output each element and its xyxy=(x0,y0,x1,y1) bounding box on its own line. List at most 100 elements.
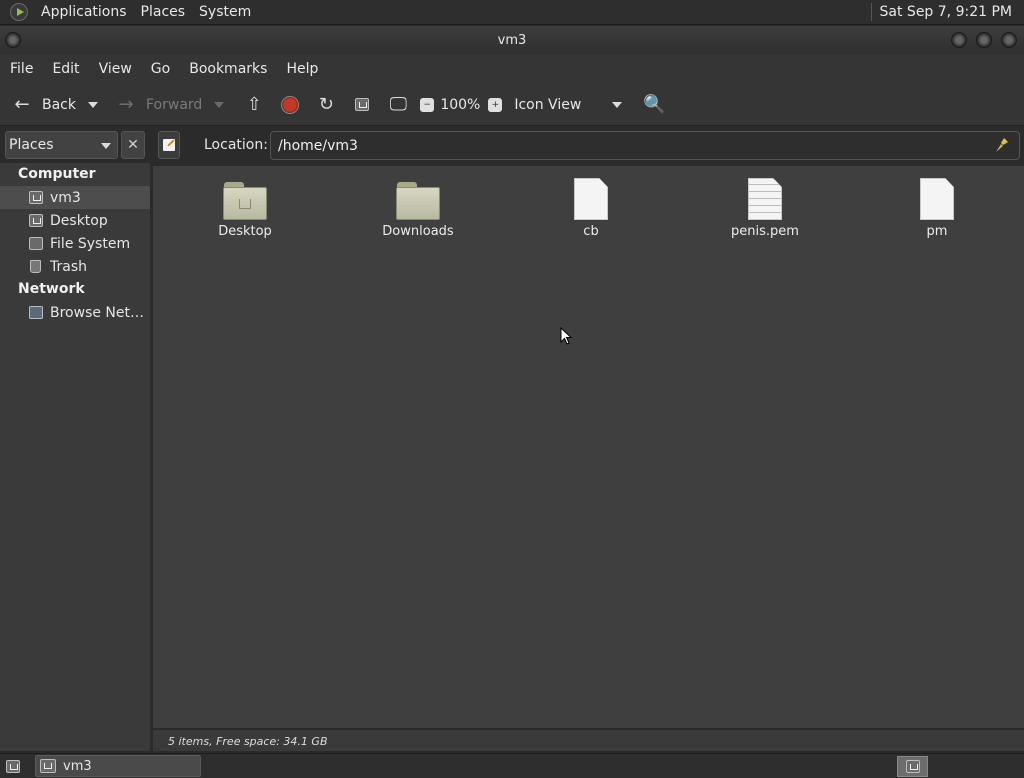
stop-button[interactable] xyxy=(278,93,302,117)
distro-logo-icon[interactable] xyxy=(10,3,28,21)
close-button[interactable] xyxy=(1001,32,1017,48)
toolbar: ← Back → Forward ⇧ ↻ 🖵 − 100% + Icon Vie… xyxy=(0,84,1024,126)
view-mode-select[interactable]: Icon View xyxy=(514,96,623,113)
search-button[interactable]: 🔍 xyxy=(642,93,666,117)
side-pane-selector-value: Places xyxy=(9,137,54,153)
file-item-cb[interactable]: cb xyxy=(531,176,651,239)
sidebar-item-vm3[interactable]: vm3 xyxy=(0,186,150,209)
sidebar-item-label: vm3 xyxy=(50,189,81,206)
zoom-out-button[interactable]: − xyxy=(420,97,435,112)
edit-pencil-icon xyxy=(163,139,175,151)
clock[interactable]: Sat Sep 7, 9:21 PM xyxy=(880,4,1024,20)
forward-history-dropdown-icon[interactable] xyxy=(214,101,225,108)
back-arrow-icon: ← xyxy=(14,94,30,115)
text-file-icon xyxy=(748,178,782,220)
panel-separator xyxy=(870,3,872,21)
window-menu-button[interactable] xyxy=(5,32,21,48)
menu-view[interactable]: View xyxy=(92,61,139,77)
clear-broom-icon[interactable] xyxy=(994,137,1010,153)
maximize-button[interactable] xyxy=(976,32,992,48)
workspace-switcher[interactable] xyxy=(897,756,928,777)
status-bar: 5 items, Free space: 34.1 GB xyxy=(153,729,1024,751)
menubar: File Edit View Go Bookmarks Help xyxy=(0,54,1024,84)
reload-button[interactable]: ↻ xyxy=(314,93,338,117)
view-mode-value: Icon View xyxy=(514,96,582,113)
home-button[interactable] xyxy=(350,93,374,117)
file-name: Downloads xyxy=(382,224,454,239)
network-icon xyxy=(28,305,43,320)
up-button[interactable]: ⇧ xyxy=(242,93,266,117)
sidebar-item-label: Desktop xyxy=(50,212,108,229)
reload-icon: ↻ xyxy=(318,94,334,115)
taskbar-window-vm3[interactable]: vm3 xyxy=(35,755,201,777)
panel-menu-applications[interactable]: Applications xyxy=(34,4,134,20)
task-label: vm3 xyxy=(63,758,92,774)
zoom-out-icon: − xyxy=(420,97,435,112)
file-item-downloads[interactable]: Downloads xyxy=(358,176,478,239)
sidebar-item-label: Browse Net… xyxy=(50,304,145,321)
location-input[interactable] xyxy=(270,131,1020,160)
places-sidebar: Computer vm3 Desktop File System Trash N… xyxy=(0,163,150,751)
sidebar-item-file-system[interactable]: File System xyxy=(0,232,150,255)
file-item-desktop[interactable]: Desktop xyxy=(185,176,305,239)
window-title: vm3 xyxy=(497,32,527,48)
back-label: Back xyxy=(42,96,76,113)
drive-icon xyxy=(28,236,43,251)
sidebar-group-network: Network xyxy=(18,281,85,297)
search-icon: 🔍 xyxy=(643,94,666,115)
show-desktop-icon xyxy=(6,759,20,773)
desktop-folder-icon xyxy=(223,182,267,220)
zoom-in-button[interactable]: + xyxy=(488,97,503,112)
file-icon-view[interactable]: Desktop Downloads cb penis.pem pm xyxy=(153,166,1024,728)
file-item-pm[interactable]: pm xyxy=(877,176,997,239)
side-pane-selector[interactable]: Places xyxy=(5,131,118,159)
view-mode-dropdown-icon xyxy=(612,101,623,108)
menu-file[interactable]: File xyxy=(3,61,40,77)
menu-go[interactable]: Go xyxy=(144,61,177,77)
menu-help[interactable]: Help xyxy=(279,61,325,77)
minimize-button[interactable] xyxy=(951,32,967,48)
forward-button[interactable]: → Forward xyxy=(114,93,225,117)
location-label: Location: xyxy=(204,137,268,153)
home-folder-icon xyxy=(350,93,374,117)
home-folder-icon xyxy=(40,759,56,773)
file-name: penis.pem xyxy=(731,224,799,239)
stop-icon xyxy=(278,93,302,117)
folder-icon xyxy=(396,182,440,220)
panel-menu-places[interactable]: Places xyxy=(134,4,193,20)
computer-button[interactable]: 🖵 xyxy=(386,93,410,117)
sidebar-group-computer: Computer xyxy=(18,166,96,182)
zoom-level[interactable]: 100% xyxy=(440,97,480,113)
file-name: Desktop xyxy=(218,224,272,239)
forward-label: Forward xyxy=(146,96,203,113)
desktop-icon xyxy=(28,213,43,228)
show-desktop-button[interactable] xyxy=(3,757,23,775)
blank-file-icon xyxy=(920,178,954,220)
sidebar-item-label: Trash xyxy=(50,258,87,275)
panel-menu-system[interactable]: System xyxy=(192,4,258,20)
mouse-pointer-icon xyxy=(560,327,572,345)
computer-icon: 🖵 xyxy=(389,94,407,115)
status-text: 5 items, Free space: 34.1 GB xyxy=(168,735,328,748)
menu-bookmarks[interactable]: Bookmarks xyxy=(182,61,274,77)
up-arrow-icon: ⇧ xyxy=(246,94,262,115)
file-name: cb xyxy=(583,224,599,239)
sidebar-item-desktop[interactable]: Desktop xyxy=(0,209,150,232)
side-pane-dropdown-icon xyxy=(101,143,111,149)
close-icon: ✕ xyxy=(127,137,139,153)
menu-edit[interactable]: Edit xyxy=(45,61,86,77)
back-history-dropdown-icon[interactable] xyxy=(88,101,98,108)
side-pane-close-button[interactable]: ✕ xyxy=(121,131,145,159)
workspace-icon xyxy=(905,760,920,773)
file-item-penis-pem[interactable]: penis.pem xyxy=(705,176,825,239)
sidebar-item-trash[interactable]: Trash xyxy=(0,255,150,278)
trash-icon xyxy=(28,259,43,274)
back-button[interactable]: ← Back xyxy=(10,93,98,117)
bottom-panel: vm3 xyxy=(0,753,1024,778)
blank-file-icon xyxy=(574,178,608,220)
window-titlebar[interactable]: vm3 xyxy=(0,26,1024,54)
side-pane-header: Places ✕ xyxy=(5,131,149,159)
sidebar-item-browse-network[interactable]: Browse Net… xyxy=(0,301,150,324)
toggle-location-entry-button[interactable] xyxy=(158,131,180,159)
forward-arrow-icon: → xyxy=(118,94,134,115)
